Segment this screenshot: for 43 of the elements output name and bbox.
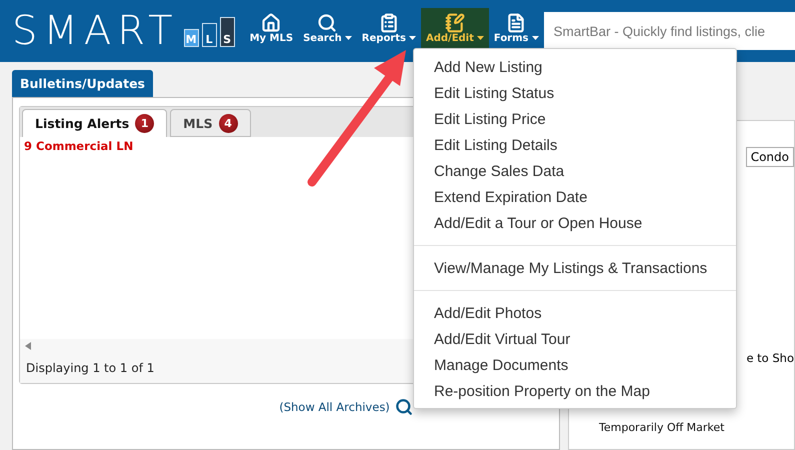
search-icon	[317, 12, 338, 32]
caret-icon	[344, 36, 352, 40]
menu-item[interactable]: Edit Listing Price	[414, 106, 736, 132]
caret-icon	[476, 36, 484, 40]
count-badge: 4	[218, 114, 238, 132]
menu-item[interactable]: Add/Edit Virtual Tour	[414, 326, 736, 352]
logo-letter: M	[184, 29, 199, 47]
nav-item[interactable]: Add/Edit	[420, 8, 489, 48]
menu-item[interactable]: Add/Edit Photos	[414, 300, 736, 326]
search-field[interactable]: SmartBar - Quickly find listings, clie	[544, 12, 795, 50]
menu-item[interactable]: Change Sales Data	[414, 158, 736, 184]
type-field[interactable]: Condo	[746, 147, 794, 167]
nav-item[interactable]: My MLS	[244, 8, 298, 48]
nav-item[interactable]: Search	[298, 8, 357, 48]
menu-item[interactable]: Add New Listing	[414, 54, 736, 80]
archives-link[interactable]: (Show All Archives)	[279, 400, 390, 414]
scroll-left-icon[interactable]	[25, 342, 31, 350]
tab[interactable]: MLS 4	[170, 109, 251, 137]
caret-icon	[408, 36, 416, 40]
nav-item[interactable]: Forms	[488, 8, 544, 48]
logo-letter: S	[220, 17, 235, 47]
document-icon	[506, 12, 526, 32]
notepad-pencil-icon	[444, 12, 465, 32]
logo-text: SMART	[12, 11, 179, 51]
caret-icon	[532, 36, 538, 40]
menu-item[interactable]: View/Manage My Listings & Transactions	[414, 255, 736, 281]
menu-item[interactable]: Manage Documents	[414, 352, 736, 378]
clipboard-icon	[378, 12, 399, 32]
paging-text: Displaying 1 to 1 of 1	[26, 361, 154, 375]
logo-letter: L	[202, 23, 217, 47]
menu-item[interactable]: Edit Listing Status	[414, 80, 736, 106]
nav-item[interactable]: Reports	[356, 8, 421, 48]
menu-item[interactable]: Add/Edit a Tour or Open House	[414, 210, 736, 236]
side-text: e to Sho	[746, 351, 794, 365]
tab[interactable]: Listing Alerts 1	[22, 109, 168, 137]
status-text: Temporarily Off Market	[599, 421, 724, 434]
search-icon[interactable]	[394, 398, 413, 416]
panel-tab[interactable]: Bulletins/Updates	[12, 70, 153, 97]
house-icon	[261, 12, 282, 32]
menu-item[interactable]: Edit Listing Details	[414, 132, 736, 158]
count-badge: 1	[135, 114, 154, 133]
menu-item[interactable]: Extend Expiration Date	[414, 184, 736, 210]
menu-item[interactable]: Re-position Property on the Map	[414, 378, 736, 404]
